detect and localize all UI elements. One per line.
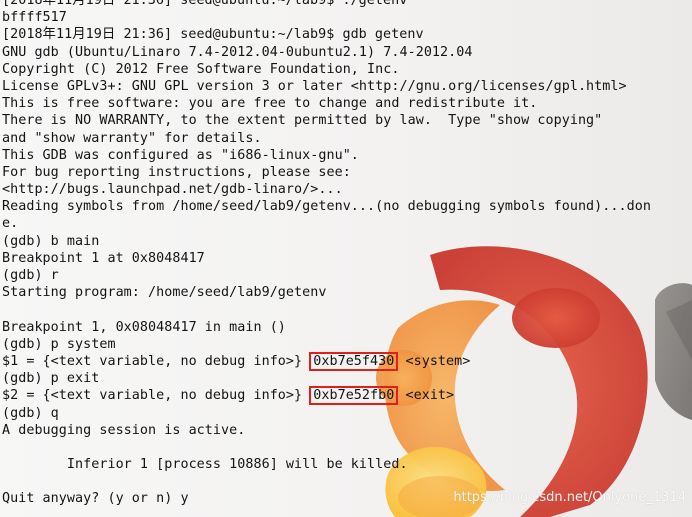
terminal-line: (gdb) q <box>2 405 59 421</box>
terminal-output: [2018年11月19日 21:36] seed@ubuntu:~/lab9$ … <box>2 0 692 508</box>
terminal-line: $2 = {<text variable, no debug info>} 0x… <box>2 386 692 406</box>
terminal-line: (gdb) r <box>2 268 59 283</box>
terminal-line: [2018年11月19日 21:36] seed@ubuntu:~/lab9$ … <box>2 27 424 43</box>
watermark-text: https://blog.csdn.net/Onlyone_1314 <box>453 490 686 505</box>
terminal-line: License GPLv3+: GNU GPL version 3 or lat… <box>2 78 627 94</box>
terminal-line: Reading symbols from /home/seed/lab9/get… <box>2 199 651 215</box>
terminal-line-prefix: $1 = {<text variable, no debug info>} <box>2 353 311 369</box>
terminal-line-suffix: <exit> <box>397 388 455 404</box>
terminal-line: This is free software: you are free to c… <box>2 96 538 112</box>
terminal-line: and "show warranty" for details. <box>2 130 262 146</box>
terminal-line: Inferior 1 [process 10886] will be kille… <box>2 457 408 473</box>
terminal-line: [2018年11月19日 21:36] seed@ubuntu:~/lab9$ … <box>2 0 408 8</box>
terminal-line: Starting program: /home/seed/lab9/getenv <box>2 285 327 301</box>
terminal-line: GNU gdb (Ubuntu/Linaro 7.4-2012.04-0ubun… <box>2 44 473 60</box>
terminal-line: (gdb) p exit <box>2 371 100 387</box>
terminal-line: (gdb) p system <box>2 336 116 352</box>
terminal-line: Breakpoint 1 at 0x8048417 <box>2 250 205 266</box>
terminal-line-prefix: $2 = {<text variable, no debug info>} <box>2 388 311 404</box>
terminal-line: e. <box>2 216 19 232</box>
highlighted-address: 0xb7e52fb0 <box>309 386 399 406</box>
terminal-line: $1 = {<text variable, no debug info>} 0x… <box>2 351 692 371</box>
terminal-line: <http://bugs.launchpad.net/gdb-linaro/>.… <box>2 182 343 198</box>
terminal-line: For bug reporting instructions, please s… <box>2 164 351 180</box>
terminal-line: Breakpoint 1, 0x08048417 in main () <box>2 319 286 335</box>
terminal-line: A debugging session is active. <box>2 422 246 438</box>
highlighted-address: 0xb7e5f430 <box>309 351 399 371</box>
terminal-line: (gdb) b main <box>2 233 100 249</box>
terminal-window[interactable]: [2018年11月19日 21:36] seed@ubuntu:~/lab9$ … <box>0 0 692 517</box>
terminal-line: Copyright (C) 2012 Free Software Foundat… <box>2 61 400 77</box>
terminal-line-suffix: <system> <box>397 353 471 369</box>
terminal-line: This GDB was configured as "i686-linux-g… <box>2 147 359 163</box>
terminal-line: There is NO WARRANTY, to the extent perm… <box>2 113 603 129</box>
terminal-line: bffff517 <box>2 10 67 26</box>
